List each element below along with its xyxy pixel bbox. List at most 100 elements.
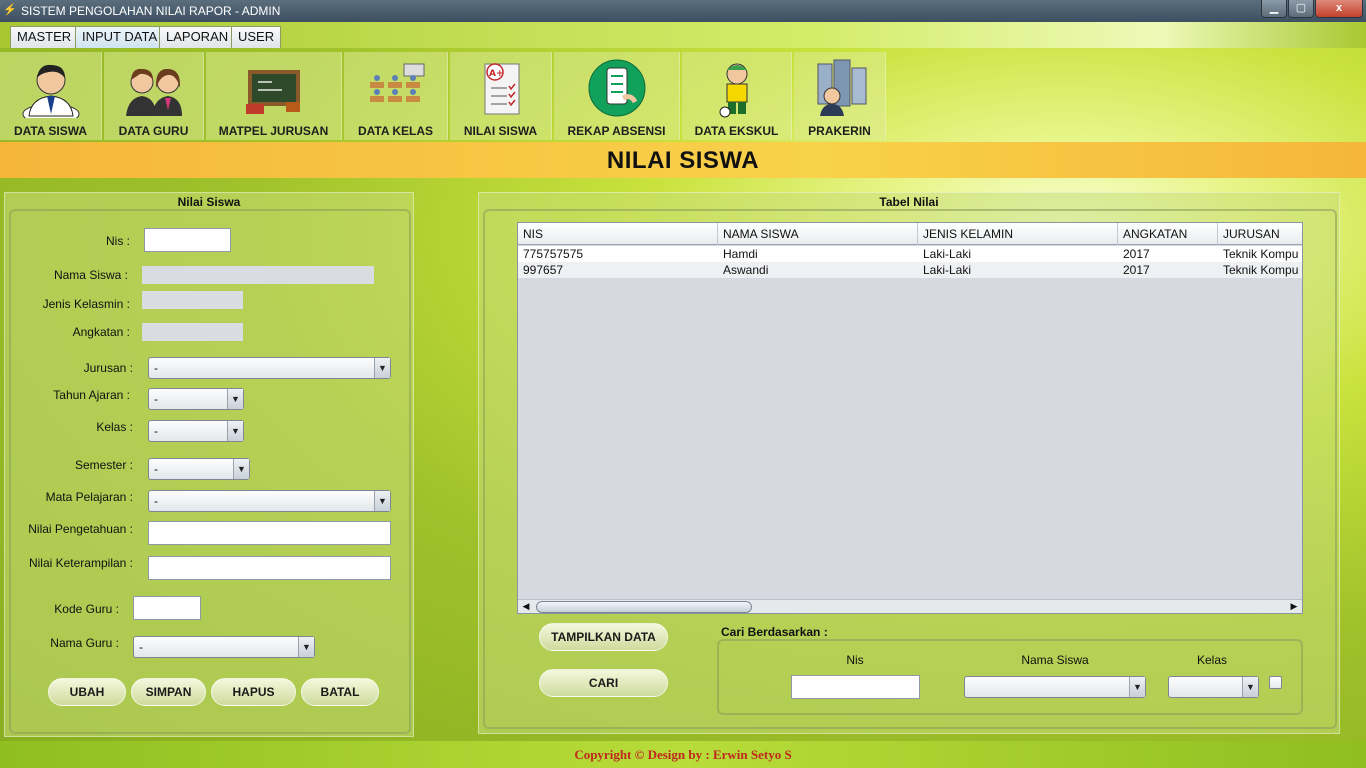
kelas-select-value: - — [154, 424, 158, 438]
toolbar: DATA SISWA DATA GURU MATPEL JURUSAN DATA… — [0, 48, 1366, 140]
copyright-text: Copyright © Design by : Erwin Setyo S — [574, 747, 792, 762]
page-header: NILAI SISWA — [0, 142, 1366, 178]
table-row[interactable]: 775757575 Hamdi Laki-Laki 2017 Teknik Ko… — [518, 246, 1302, 262]
nama-guru-label: Nama Guru : — [50, 636, 119, 650]
cell-nis: 775757575 — [523, 247, 584, 261]
grade-sheet-icon: A+ — [484, 63, 519, 115]
app-icon: ⚡ — [3, 4, 17, 16]
toolbar-data-guru[interactable]: DATA GURU — [104, 52, 204, 140]
menu-input-data[interactable]: INPUT DATA — [75, 26, 165, 48]
nilai-table[interactable]: NIS NAMA SISWA JENIS KELAMIN ANGKATAN JU… — [517, 222, 1303, 614]
maximize-button[interactable]: ▢ — [1288, 0, 1314, 18]
semester-select[interactable]: - ▼ — [148, 458, 250, 480]
menu-laporan[interactable]: LAPORAN — [159, 26, 236, 48]
toolbar-rekap-absensi[interactable]: REKAP ABSENSI — [554, 52, 680, 140]
kelas-select[interactable]: - ▼ — [148, 420, 244, 442]
toolbar-label: NILAI SISWA — [463, 124, 538, 138]
nama-siswa-field — [142, 266, 374, 284]
search-nama-siswa-select[interactable]: ▼ — [964, 676, 1146, 698]
cell-nama-siswa: Aswandi — [723, 263, 769, 277]
scroll-left-icon[interactable]: ◀ — [519, 600, 533, 613]
table-row[interactable]: 997657 Aswandi Laki-Laki 2017 Teknik Kom… — [518, 262, 1302, 278]
toolbar-label: MATPEL JURUSAN — [218, 124, 329, 138]
cell-nama-siswa: Hamdi — [723, 247, 758, 261]
nilai-keterampilan-field[interactable] — [148, 556, 391, 580]
nis-label: Nis : — [106, 234, 130, 248]
toolbar-label: PRAKERIN — [808, 124, 871, 138]
mata-pelajaran-select[interactable]: - ▼ — [148, 490, 391, 512]
angkatan-field — [142, 323, 243, 341]
toolbar-label: DATA SISWA — [13, 124, 88, 138]
cell-jenis-kelamin: Laki-Laki — [923, 247, 972, 261]
horizontal-scrollbar[interactable]: ◀ ▶ — [518, 599, 1302, 613]
toolbar-data-kelas[interactable]: DATA KELAS — [344, 52, 448, 140]
toolbar-matpel-jurusan[interactable]: MATPEL JURUSAN — [206, 52, 342, 140]
tampilkan-data-button[interactable]: TAMPILKAN DATA — [539, 623, 668, 651]
nilai-pengetahuan-label: Nilai Pengetahuan : — [28, 522, 133, 536]
nama-guru-select[interactable]: - ▼ — [133, 636, 315, 658]
mata-pelajaran-label: Mata Pelajaran : — [45, 490, 133, 504]
search-nama-siswa-label: Nama Siswa — [1021, 653, 1089, 667]
toolbar-label: DATA KELAS — [357, 124, 434, 138]
cell-jenis-kelamin: Laki-Laki — [923, 263, 972, 277]
menu-user[interactable]: USER — [231, 26, 282, 48]
mata-pelajaran-select-value: - — [154, 494, 158, 508]
batal-button[interactable]: BATAL — [301, 678, 379, 706]
search-kelas-label: Kelas — [1196, 653, 1228, 667]
svg-text:A+: A+ — [489, 69, 504, 79]
jurusan-label: Jurusan : — [83, 361, 133, 375]
jurusan-select[interactable]: - ▼ — [148, 357, 391, 379]
column-header-jenis-kelamin[interactable]: JENIS KELAMIN — [918, 223, 1118, 245]
search-group-title: Cari Berdasarkan : — [721, 625, 828, 639]
simpan-button[interactable]: SIMPAN — [131, 678, 206, 706]
attendance-icon — [588, 59, 645, 117]
search-kelas-select[interactable]: ▼ — [1168, 676, 1259, 698]
cell-angkatan: 2017 — [1123, 263, 1150, 277]
chevron-down-icon: ▼ — [1242, 677, 1258, 697]
chevron-down-icon: ▼ — [1129, 677, 1145, 697]
form-panel-title: Nilai Siswa — [177, 195, 241, 209]
cari-button[interactable]: CARI — [539, 669, 668, 697]
search-checkbox[interactable] — [1269, 676, 1282, 689]
close-button[interactable]: x — [1315, 0, 1363, 18]
toolbar-data-ekskul[interactable]: DATA EKSKUL — [682, 52, 792, 140]
chevron-down-icon: ▼ — [227, 389, 243, 409]
search-nis-field[interactable] — [791, 675, 920, 699]
cell-jurusan: Teknik Kompu — [1223, 263, 1299, 277]
classroom-icon — [369, 63, 424, 102]
ubah-button[interactable]: UBAH — [48, 678, 126, 706]
toolbar-nilai-siswa[interactable]: A+ NILAI SISWA — [450, 52, 552, 140]
column-header-nama-siswa[interactable]: NAMA SISWA — [718, 223, 918, 245]
menu-bar: MASTER INPUT DATA LAPORAN USER — [0, 22, 1366, 48]
table-panel-title: Tabel Nilai — [879, 195, 939, 209]
scroll-right-icon[interactable]: ▶ — [1287, 600, 1301, 613]
jurusan-select-value: - — [154, 361, 158, 375]
column-header-angkatan[interactable]: ANGKATAN — [1118, 223, 1218, 245]
table-header: NIS NAMA SISWA JENIS KELAMIN ANGKATAN JU… — [518, 223, 1302, 245]
column-header-nis[interactable]: NIS — [518, 223, 718, 245]
toolbar-data-siswa[interactable]: DATA SISWA — [0, 52, 102, 140]
column-header-jurusan[interactable]: JURUSAN — [1218, 223, 1302, 245]
menu-master[interactable]: MASTER — [10, 26, 79, 48]
toolbar-prakerin[interactable]: PRAKERIN — [794, 52, 886, 140]
scrollbar-thumb[interactable] — [536, 601, 752, 613]
extracurricular-icon — [719, 63, 747, 118]
tahun-ajaran-select[interactable]: - ▼ — [148, 388, 244, 410]
hapus-button[interactable]: HAPUS — [211, 678, 296, 706]
page-title: NILAI SISWA — [606, 147, 760, 174]
cell-angkatan: 2017 — [1123, 247, 1150, 261]
toolbar-label: DATA EKSKUL — [694, 124, 779, 138]
kode-guru-field[interactable] — [133, 596, 201, 620]
chevron-down-icon: ▼ — [298, 637, 314, 657]
kode-guru-label: Kode Guru : — [54, 602, 119, 616]
toolbar-label: DATA GURU — [118, 124, 189, 138]
minimize-button[interactable]: ▁ — [1261, 0, 1287, 18]
nis-field[interactable] — [144, 228, 231, 252]
close-icon: x — [1335, 2, 1343, 14]
student-icon — [22, 64, 79, 118]
semester-select-value: - — [154, 462, 158, 476]
cell-nis: 997657 — [523, 263, 564, 277]
cell-jurusan: Teknik Kompu — [1223, 247, 1299, 261]
nilai-pengetahuan-field[interactable] — [148, 521, 391, 545]
jenis-kelamin-label: Jenis Kelasmin : — [42, 297, 130, 311]
